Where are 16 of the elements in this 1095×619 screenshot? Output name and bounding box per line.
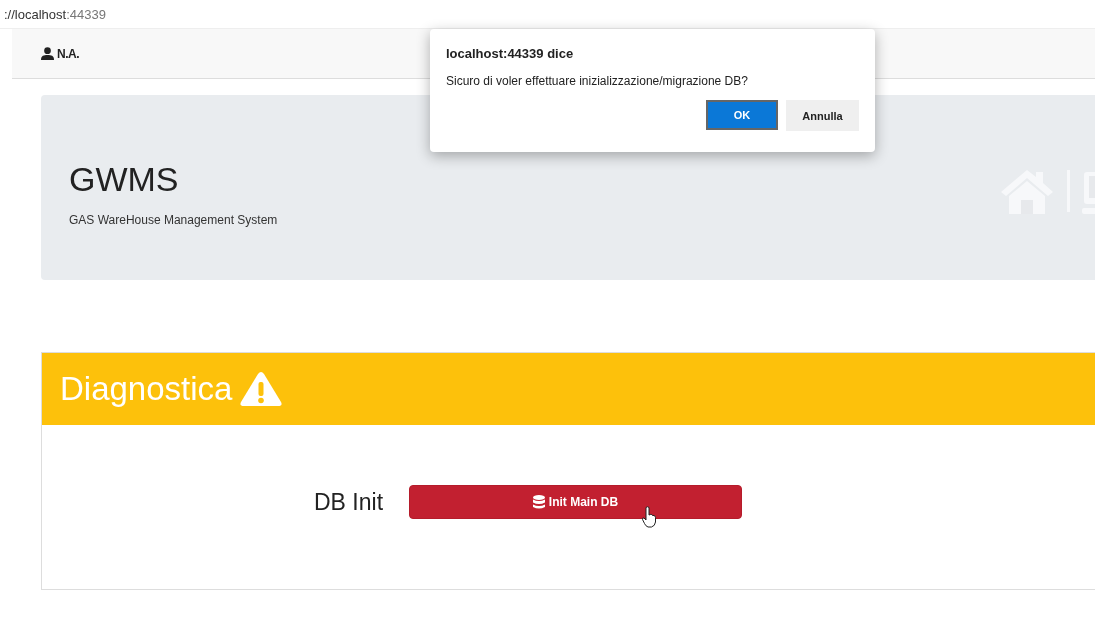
address-url[interactable]: ://localhost: [4, 6, 67, 22]
db-init-label: DB Init: [314, 488, 384, 516]
user-icon: [40, 47, 55, 60]
ok-button[interactable]: OK: [708, 102, 776, 128]
warning-icon: [240, 371, 283, 407]
address-port: :44339: [66, 6, 106, 22]
database-icon: [532, 495, 545, 509]
dialog-title: localhost:44339 dice: [446, 46, 575, 61]
app-subtitle: GAS WareHouse Management System: [69, 213, 278, 227]
user-name[interactable]: N.A.: [57, 46, 79, 61]
app-title: GWMS: [69, 160, 180, 199]
card-title: Diagnostica: [60, 370, 233, 408]
cancel-button[interactable]: Annulla: [786, 100, 859, 131]
hand-cursor-icon: [641, 506, 657, 528]
init-db-button[interactable]: Init Main DB: [409, 485, 743, 519]
dialog-message: Sicuro di voler effettuare inizializzazione/migrazione DB?: [446, 74, 749, 88]
